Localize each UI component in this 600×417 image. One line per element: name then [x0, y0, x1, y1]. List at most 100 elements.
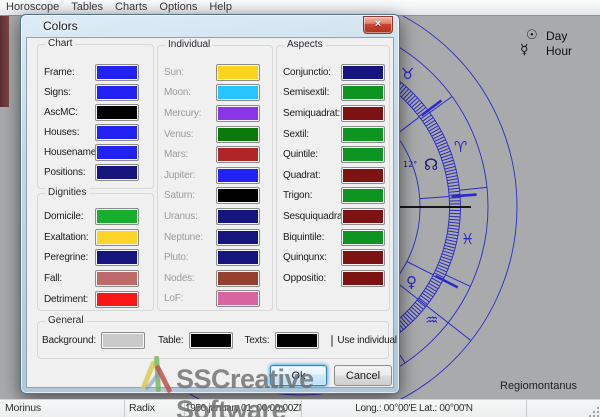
background-color-swatch[interactable] [100, 332, 145, 349]
color-fill [97, 65, 137, 79]
use-individual-label: Use individual [337, 335, 397, 346]
group-general: General Background: Table: Texts: Use in… [37, 315, 397, 359]
row-label: Conjunctio: [283, 66, 331, 78]
color-fill [218, 230, 258, 244]
chart-housenames-color-swatch[interactable] [95, 143, 139, 161]
color-row: Quinqunx: [283, 247, 385, 268]
color-row: Fall: [44, 268, 139, 289]
color-fill [343, 86, 383, 100]
group-dignities: Dignities Domicile: Exaltation: Peregrin… [37, 187, 154, 311]
row-label: Mercury: [164, 107, 202, 119]
status-chart-type: Radix [125, 400, 185, 417]
row-label: Venus: [164, 128, 194, 140]
table-color-swatch[interactable] [189, 332, 234, 349]
color-fill [191, 334, 232, 347]
color-fill [97, 293, 137, 307]
row-label: Oppositio: [283, 272, 327, 284]
individual-saturn-color-swatch [216, 187, 260, 205]
dignity-exaltation-color-swatch[interactable] [95, 228, 139, 246]
row-label: Jupiter: [164, 169, 196, 181]
color-row: Pluto: [164, 247, 260, 268]
aspect-conjunctio-color-swatch[interactable] [341, 63, 385, 81]
colors-dialog: Colors × Chart Frame: Signs: AscMC: Hous… [20, 14, 400, 394]
aspect-quadrat-color-swatch[interactable] [341, 166, 385, 184]
color-row: Uranus: [164, 206, 260, 227]
texts-label: Texts: [244, 335, 270, 346]
menu-charts[interactable]: Charts [109, 0, 153, 15]
color-row: Exaltation: [44, 227, 139, 248]
aspect-sextil-color-swatch[interactable] [341, 125, 385, 143]
color-fill [218, 271, 258, 285]
color-fill [97, 209, 137, 223]
aspect-biquintile-color-swatch[interactable] [341, 228, 385, 246]
chart-signs-color-swatch[interactable] [95, 83, 139, 101]
aspect-quinqunx-color-swatch[interactable] [341, 249, 385, 267]
menu-options[interactable]: Options [153, 0, 203, 15]
background-label: Background: [42, 335, 96, 346]
row-label: Biquintile: [283, 231, 325, 243]
dignity-fall-color-swatch[interactable] [95, 270, 139, 288]
color-row: Neptune: [164, 227, 260, 248]
color-row: Quadrat: [283, 165, 385, 186]
ok-button[interactable]: Ok [270, 365, 327, 386]
status-coordinates: Long.: 00°00'E Lat.: 00°00'N [302, 400, 527, 417]
pisces-glyph: ♓ [461, 230, 475, 248]
row-label: Domicile: [44, 210, 84, 222]
status-bar: Morinus Radix 1950.january.01. 00:00:00Z… [0, 399, 600, 417]
color-fill [218, 251, 258, 265]
close-button[interactable]: × [363, 16, 393, 34]
dialog-title[interactable]: Colors [43, 19, 78, 33]
resize-grip[interactable] [587, 405, 599, 417]
venus-glyph: ♀ [406, 273, 417, 291]
aspect-semiquadrat-color-swatch[interactable] [341, 104, 385, 122]
row-label: Signs: [44, 86, 71, 98]
color-row: Venus: [164, 124, 260, 145]
row-label: Quintile: [283, 149, 318, 161]
color-fill [343, 271, 383, 285]
color-row: Sextil: [283, 124, 385, 145]
dignity-domicile-color-swatch[interactable] [95, 207, 139, 225]
status-app-name: Morinus [0, 400, 125, 417]
individual-sun-color-swatch [216, 63, 260, 81]
group-dignities-label: Dignities [45, 187, 90, 198]
chart-houses-color-swatch[interactable] [95, 123, 139, 141]
texts-color-swatch[interactable] [275, 332, 320, 349]
menu-tables[interactable]: Tables [65, 0, 109, 15]
color-fill [343, 189, 383, 203]
row-label: AscMC: [44, 106, 78, 118]
color-row: Houses: [44, 122, 139, 142]
aspect-oppositio-color-swatch[interactable] [341, 269, 385, 287]
color-fill [343, 230, 383, 244]
dignity-peregrine-color-swatch[interactable] [95, 249, 139, 267]
aspect-quintile-color-swatch[interactable] [341, 146, 385, 164]
chart-ascmc-color-swatch[interactable] [95, 103, 139, 121]
color-row: Nodes: [164, 268, 260, 289]
cancel-button[interactable]: Cancel [334, 365, 392, 386]
color-row: Moon: [164, 83, 260, 104]
aspect-sesquiquadrat-color-swatch[interactable] [341, 207, 385, 225]
row-label: Sextil: [283, 128, 309, 140]
row-label: Exaltation: [44, 231, 89, 243]
color-row: Mercury: [164, 103, 260, 124]
aspect-trigon-color-swatch[interactable] [341, 187, 385, 205]
color-fill [102, 334, 143, 347]
dignity-detriment-color-swatch[interactable] [95, 291, 139, 309]
color-fill [97, 251, 137, 265]
menu-horoscope[interactable]: Horoscope [0, 0, 65, 15]
use-individual-checkbox[interactable] [331, 334, 334, 347]
row-label: Sun: [164, 66, 184, 78]
menu-help[interactable]: Help [203, 0, 238, 15]
row-label: Mars: [164, 149, 189, 161]
chart-frame-color-swatch[interactable] [95, 63, 139, 81]
group-aspects-label: Aspects [284, 39, 326, 50]
row-label: Pluto: [164, 252, 189, 264]
aspect-semisextil-color-swatch[interactable] [341, 84, 385, 102]
individual-mars-color-swatch [216, 146, 260, 164]
color-fill [218, 209, 258, 223]
color-row: Domicile: [44, 206, 139, 227]
chart-positions-color-swatch[interactable] [95, 163, 139, 181]
color-row: Housenames: [44, 142, 139, 162]
group-general-label: General [45, 315, 87, 326]
hour-label: Hour [546, 44, 573, 58]
color-fill [343, 168, 383, 182]
